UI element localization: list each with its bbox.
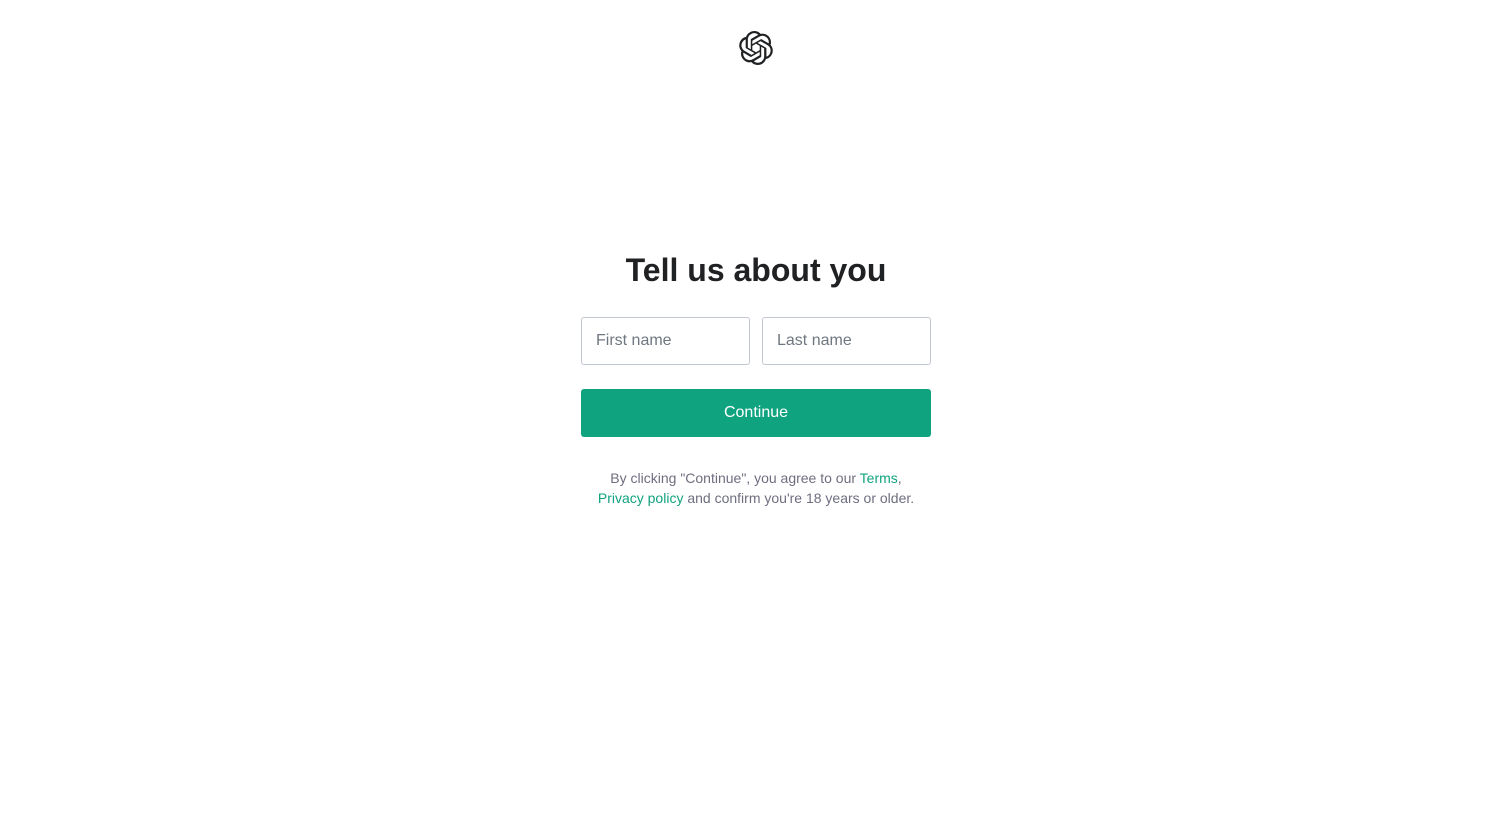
page-title: Tell us about you — [625, 252, 887, 288]
continue-button[interactable]: Continue — [581, 389, 931, 437]
legal-prefix: By clicking "Continue", you agree to our — [610, 470, 860, 486]
openai-logo-icon — [739, 31, 773, 65]
first-name-input[interactable] — [581, 317, 750, 365]
legal-suffix: and confirm you're 18 years or older. — [683, 490, 915, 506]
last-name-input[interactable] — [762, 317, 931, 365]
terms-link[interactable]: Terms — [860, 470, 898, 486]
name-fields — [581, 317, 931, 365]
legal-notice: By clicking "Continue", you agree to our… — [556, 468, 956, 508]
signup-page: Tell us about you Continue By clicking "… — [0, 0, 1512, 814]
privacy-policy-link[interactable]: Privacy policy — [598, 490, 684, 506]
legal-comma: , — [897, 470, 902, 486]
